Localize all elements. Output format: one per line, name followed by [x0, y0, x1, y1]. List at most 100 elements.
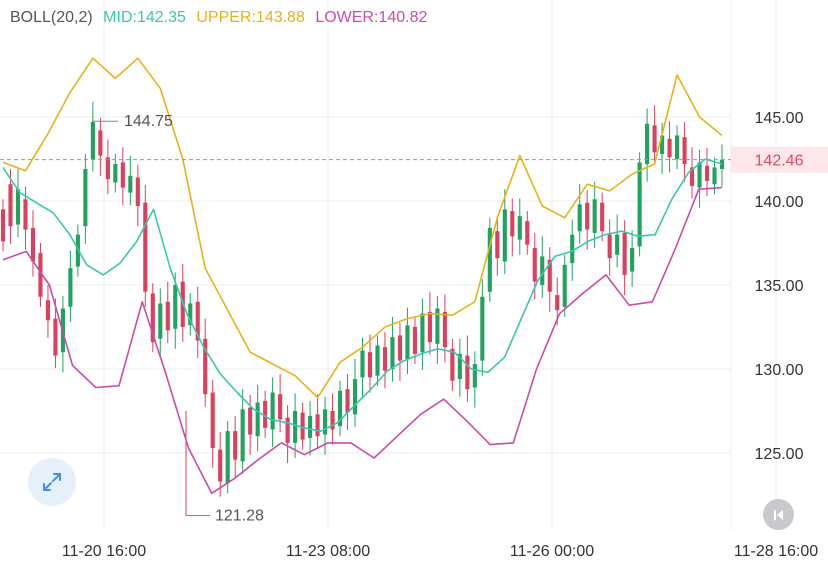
skip-back-icon [773, 509, 783, 520]
candle-body [510, 211, 515, 237]
candle-body [675, 135, 680, 159]
candle-body [442, 311, 447, 348]
candle-body [615, 234, 620, 255]
candle-body [502, 209, 507, 262]
candle-body [382, 347, 388, 371]
candle-body [704, 165, 710, 181]
candle-body [293, 411, 298, 443]
candle-body [322, 409, 328, 435]
candle-body [585, 202, 590, 230]
candle-body [83, 169, 88, 227]
candlestick-chart: 145.00 140.00 135.00 130.00 125.00 11-20 16:… [0, 0, 828, 560]
candle-body [285, 417, 290, 443]
candle-body [555, 295, 560, 311]
candle-body [23, 199, 28, 230]
candle-body [165, 301, 170, 331]
x-axis: 11-20 16:00 11-23 08:00 11-26 00:00 11-28 1… [62, 543, 818, 560]
candle-body [345, 389, 350, 413]
candle-body [405, 325, 410, 359]
expand-button[interactable] [28, 458, 76, 506]
candle-body [98, 130, 103, 156]
candle-body [248, 407, 253, 435]
candle-body [420, 313, 425, 353]
candle-body [397, 335, 403, 361]
expand-arrows-icon [43, 473, 61, 491]
y-tick-label: 130.00 [755, 362, 804, 379]
candle-body [375, 345, 380, 376]
band-upper-line [2, 57, 723, 399]
candle-body [600, 202, 605, 232]
candle-body [645, 123, 650, 165]
skip-back-button[interactable] [763, 499, 794, 530]
candle-body [352, 379, 358, 415]
y-tick-label: 140.00 [755, 194, 804, 211]
candle-body [173, 285, 178, 329]
candle-body [255, 402, 260, 437]
candle-body [0, 209, 6, 242]
candle-body [570, 234, 575, 264]
candle-body [45, 300, 50, 321]
legend-upper: UPPER:143.88 [196, 9, 305, 26]
candle-body [607, 234, 612, 259]
candle-body [390, 337, 395, 369]
candle-body [652, 125, 657, 153]
candle-body [412, 327, 417, 354]
candle-body [233, 431, 238, 460]
candle-body [158, 303, 163, 339]
candle-body [697, 162, 702, 188]
x-tick-label: 11-26 00:00 [510, 543, 594, 560]
candle-body [278, 394, 283, 420]
candle-body [143, 202, 148, 292]
candle-body [210, 392, 215, 448]
candle-body [30, 227, 36, 262]
candle-body [113, 164, 118, 183]
candle-body [532, 248, 537, 282]
candle-body [472, 363, 477, 388]
candle-body [90, 122, 95, 159]
candle-body [135, 177, 140, 207]
x-tick-label: 11-23 08:00 [286, 543, 370, 560]
y-tick-label: 125.00 [755, 446, 804, 463]
candle-body [525, 221, 530, 245]
y-tick-label: 135.00 [755, 278, 804, 295]
candle-body [682, 137, 687, 165]
candle-body [120, 162, 125, 188]
candle-body [427, 311, 432, 343]
candle-body [577, 204, 582, 232]
candle-body [68, 268, 73, 307]
last-price-label: 142.46 [755, 153, 804, 170]
candle-body [667, 138, 672, 158]
candle-body [637, 162, 642, 247]
legend-mid: MID:142.35 [103, 9, 186, 26]
candle-body [367, 352, 373, 378]
candle-body [315, 414, 320, 437]
bollinger-bands [2, 57, 723, 495]
candle-body [105, 157, 110, 180]
candle-body [15, 189, 21, 225]
indicator-legend: BOLL(20,2) MID:142.35 UPPER:143.88 LOWER… [10, 9, 433, 27]
candle-body [480, 296, 485, 361]
candle-body [450, 348, 455, 381]
x-tick-label: 11-20 16:00 [62, 543, 146, 560]
candle-body [465, 355, 470, 390]
candle-body [225, 431, 230, 484]
high-price-label: 144.75 [124, 113, 173, 130]
y-tick-label: 145.00 [755, 110, 804, 127]
candle-body [592, 199, 597, 233]
candle-body [218, 449, 223, 482]
candle-body [562, 264, 567, 307]
low-price-label: 121.28 [215, 507, 264, 524]
legend-indicator-name: BOLL(20,2) [10, 9, 93, 26]
candle-body [8, 184, 13, 227]
candle-body [53, 318, 58, 356]
candle-body [128, 175, 133, 193]
candle-body [630, 248, 635, 272]
candle-body [495, 231, 500, 259]
legend-lower: LOWER:140.82 [315, 9, 428, 26]
candle-body [712, 167, 717, 185]
x-tick-label: 11-28 16:00 [734, 543, 818, 560]
candle-body [360, 350, 365, 378]
candle-body [308, 416, 313, 438]
candle-body [270, 392, 275, 430]
candle-body [622, 232, 627, 275]
